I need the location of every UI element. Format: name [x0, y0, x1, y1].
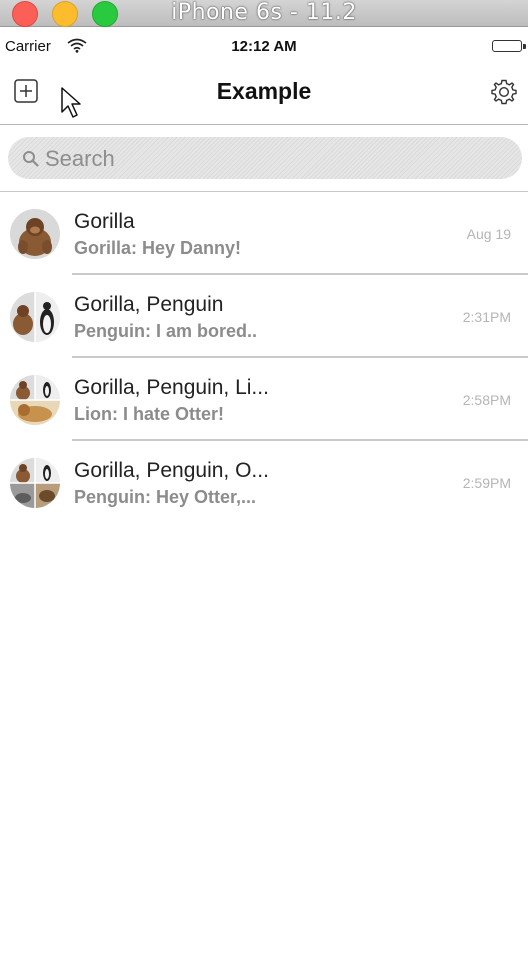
conversation-title: Gorilla, Penguin, O...: [74, 459, 269, 482]
status-bar: Carrier 12:12 AM: [0, 30, 528, 62]
conversation-time: Aug 19: [466, 226, 511, 242]
search-icon: [23, 151, 39, 167]
conversation-title: Gorilla, Penguin: [74, 293, 224, 316]
window-title: iPhone 6s - 11.2: [171, 0, 357, 25]
simulator-title-bar: iPhone 6s - 11.2: [0, 0, 528, 27]
conversation-row[interactable]: Gorilla, Penguin, O... Penguin: Hey Otte…: [0, 441, 528, 524]
group-avatar-icon: [10, 292, 60, 342]
gorilla-avatar-icon: [10, 209, 60, 259]
conversation-row[interactable]: Gorilla Gorilla: Hey Danny! Aug 19: [0, 192, 528, 275]
conversation-row[interactable]: Gorilla, Penguin, Li... Lion: I hate Ott…: [0, 358, 528, 441]
navigation-bar: Example: [0, 62, 528, 125]
conversation-time: 2:58PM: [462, 392, 511, 408]
mouse-cursor-icon: [60, 86, 82, 120]
conversation-list: Gorilla Gorilla: Hey Danny! Aug 19 Goril…: [0, 192, 528, 524]
group-avatar-icon: [10, 458, 60, 508]
conversation-title: Gorilla, Penguin, Li...: [74, 376, 269, 399]
group-avatar-icon: [10, 375, 60, 425]
avatar: [10, 292, 60, 342]
conversation-row[interactable]: Gorilla, Penguin Penguin: I am bored.. 2…: [0, 275, 528, 358]
battery-icon: [492, 40, 526, 52]
settings-button[interactable]: [490, 78, 518, 106]
avatar: [10, 375, 60, 425]
conversation-preview: Penguin: Hey Otter,...: [74, 487, 257, 507]
conversation-preview: Lion: I hate Otter!: [74, 404, 224, 424]
conversation-time: 2:59PM: [462, 475, 511, 491]
avatar: [10, 458, 60, 508]
avatar: [10, 209, 60, 259]
conversation-preview: Gorilla: Hey Danny!: [74, 238, 242, 258]
conversation-preview: Penguin: I am bored..: [74, 321, 258, 341]
gear-icon: [491, 79, 517, 105]
conversation-title: Gorilla: [74, 210, 135, 233]
search-bar: Search: [0, 126, 528, 192]
search-placeholder: Search: [45, 146, 115, 171]
status-time: 12:12 AM: [231, 38, 297, 55]
search-input[interactable]: Search: [8, 137, 522, 179]
conversation-time: 2:31PM: [462, 309, 511, 325]
